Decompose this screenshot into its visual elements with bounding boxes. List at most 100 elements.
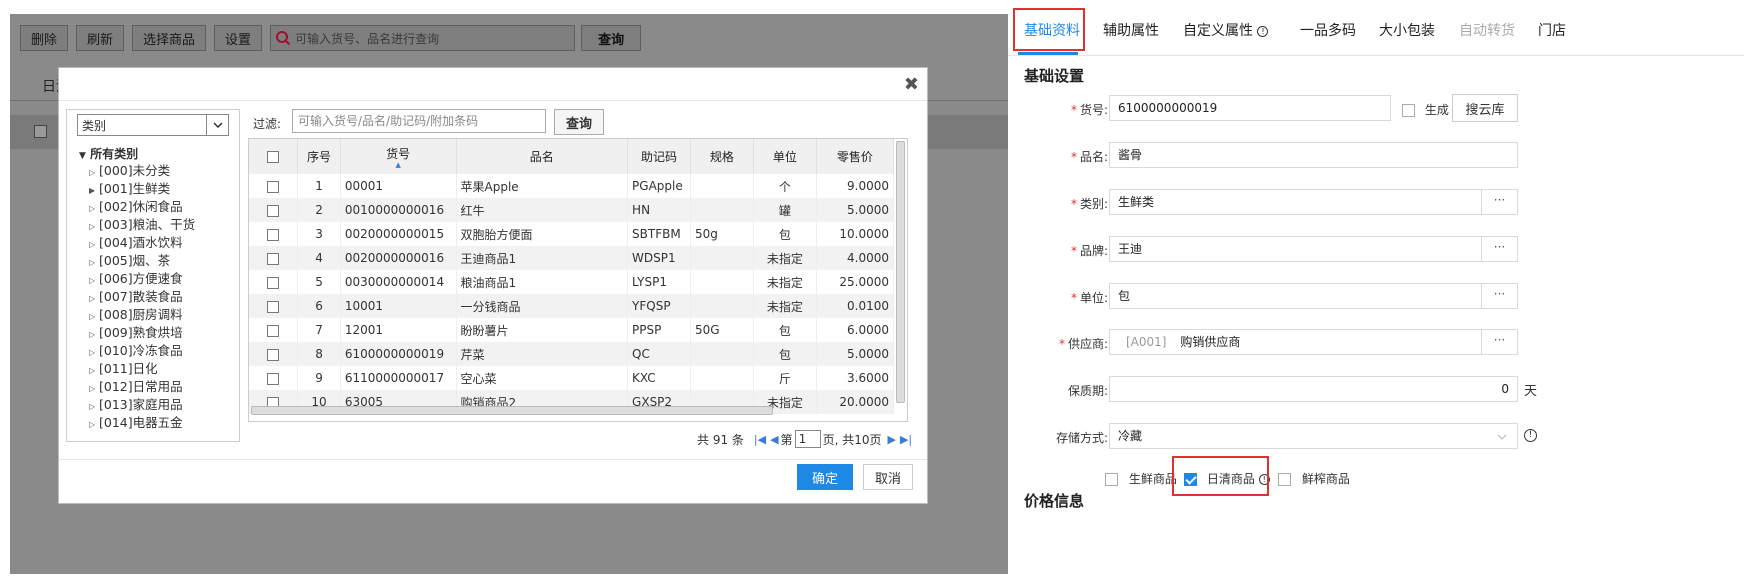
tree-root[interactable]: ▼ 所有类别 [79,145,138,162]
unit-more-button[interactable]: ··· [1481,284,1517,308]
tab-store[interactable]: 门店 [1538,20,1566,40]
confirm-button[interactable]: 确定 [797,464,853,490]
tab-aux-attributes[interactable]: 辅助属性 [1103,20,1159,40]
row-checkbox[interactable] [267,276,280,289]
search-cloud-button[interactable]: 搜云库 [1452,94,1518,122]
table-row[interactable]: 2 0010000000016 红牛 HN 罐 5.0000 [249,198,895,222]
divider [59,459,927,460]
name-field[interactable]: 酱骨 [1109,142,1518,168]
settings-button[interactable]: 设置 [214,25,263,51]
select-goods-button[interactable]: 选择商品 [132,25,207,51]
vertical-scrollbar[interactable] [896,141,905,403]
tree-item[interactable]: ▷ [010]冷冻食品 [89,342,195,360]
row-checkbox[interactable] [267,180,280,193]
tab-custom-attributes[interactable]: 自定义属性 ! [1183,20,1269,40]
sku-field[interactable]: 6100000000019 [1109,95,1391,121]
tree-root-label: 所有类别 [90,147,139,161]
tree-item[interactable]: ▷ [002]休闲食品 [89,198,195,216]
fresh-squeezed-checkbox[interactable] [1278,473,1291,486]
tab-multi-barcode[interactable]: 一品多码 [1300,20,1356,40]
table-cell: 00001 [340,174,457,198]
cancel-button[interactable]: 取消 [863,464,913,490]
tree-item[interactable]: ▷ [003]粮油、干货 [89,216,195,234]
tree-item[interactable]: ▷ [007]散装食品 [89,288,195,306]
table-row[interactable]: 3 0020000000015 双胞胎方便面 SBTFBM 50g 包 10.0000 [249,222,895,246]
supplier-more-button[interactable]: ··· [1481,330,1517,354]
info-icon[interactable]: ! [1524,428,1537,442]
row-checkbox-cell [249,198,299,222]
row-checkbox[interactable] [267,204,280,217]
tree-item[interactable]: ▷ [006]方便速食 [89,270,195,288]
category-more-button[interactable]: ··· [1481,190,1517,214]
col-header-unit[interactable]: 单位 [753,139,817,174]
select-all-checkbox[interactable] [267,151,280,163]
chevron-down-icon[interactable] [206,115,228,135]
col-header-sku[interactable]: 货号 ▲ [340,139,457,174]
filter-input[interactable]: 可输入货号/品名/助记码/附加条码 [292,109,546,133]
table-row[interactable]: 8 6100000000019 芹菜 QC 包 5.0000 [249,342,895,366]
col-header-index[interactable]: 序号 [297,139,341,174]
tab-package-size[interactable]: 大小包装 [1379,20,1435,40]
toolbar-query-button[interactable]: 查询 [581,25,642,51]
table-row[interactable]: 9 6110000000017 空心菜 KXC 斤 3.6000 [249,366,895,390]
table-row[interactable]: 1 00001 苹果Apple PGApple 个 9.0000 [249,174,895,198]
tree-item[interactable]: ▷ [011]日化 [89,360,195,378]
tree-item[interactable]: ▷ [009]熟食烘培 [89,324,195,342]
last-page-icon[interactable]: ▶| [900,433,912,446]
table-row[interactable]: 5 0030000000014 粮油商品1 LYSP1 未指定 25.0000 [249,270,895,294]
delete-button[interactable]: 删除 [20,25,69,51]
col-header-spec[interactable]: 规格 [690,139,754,174]
generate-checkbox[interactable] [1402,104,1415,117]
fresh-checkbox-group[interactable]: 生鲜商品 [1105,470,1177,487]
storage-select[interactable]: 冷藏 [1109,423,1518,449]
row-checkbox[interactable] [267,228,280,241]
tree-item[interactable]: ▷ [000]未分类 [89,162,195,180]
prev-page-icon[interactable]: ◀ [770,433,778,446]
pager-total: 共 91 条 [697,432,744,447]
category-field[interactable]: 生鲜类 ··· [1109,189,1518,215]
table-row[interactable]: 4 0020000000016 王迪商品1 WDSP1 未指定 4.0000 [249,246,895,270]
shelf-life-field[interactable]: 0 [1109,376,1518,402]
brand-more-button[interactable]: ··· [1481,237,1517,261]
row-checkbox[interactable] [267,372,280,385]
toolbar-search-input[interactable]: 可输入货号、品名进行查询 [270,25,576,51]
row-checkbox[interactable] [267,324,280,337]
select-all-checkbox[interactable] [34,125,47,138]
tree-item[interactable]: ▷ [005]烟、茶 [89,252,195,270]
supplier-field[interactable]: [A001] 购销供应商 ··· [1109,329,1518,355]
next-page-icon[interactable]: ▶ [887,433,895,446]
shelf-life-unit: 天 [1524,384,1538,399]
table-row[interactable]: 7 12001 盼盼薯片 PPSP 50G 包 6.0000 [249,318,895,342]
tree-item[interactable]: ▷ [012]日常用品 [89,378,195,396]
table-cell: 0020000000015 [340,222,457,246]
brand-field[interactable]: 王迪 ··· [1109,236,1518,262]
tree-item[interactable]: ▷ [004]酒水饮料 [89,234,195,252]
tree-item[interactable]: ▶ [001]生鲜类 [89,180,195,198]
required-mark: * [1070,197,1077,211]
table-row[interactable]: 6 10001 一分钱商品 YFQSP 未指定 0.0100 [249,294,895,318]
first-page-icon[interactable]: |◀ [754,433,766,446]
page-number-input[interactable]: 1 [794,430,821,448]
category-select[interactable]: 类别 [77,114,229,136]
tree-item[interactable]: ▷ [014]电器五金 [89,414,195,432]
generate-checkbox-group[interactable]: 生成 [1402,101,1449,118]
tree-item[interactable]: ▷ [013]家庭用品 [89,396,195,414]
tree-item[interactable]: ▷ [008]厨房调料 [89,306,195,324]
close-icon[interactable]: ✖ [904,74,919,95]
col-header-price[interactable]: 零售价 [816,139,895,174]
caret-down-icon[interactable]: ▼ [79,151,86,161]
col-header-mnemonic[interactable]: 助记码 [627,139,691,174]
col-header-name[interactable]: 品名 [456,139,629,174]
unit-field[interactable]: 包 ··· [1109,283,1518,309]
fresh-squeezed-checkbox-group[interactable]: 鲜榨商品 [1278,470,1350,487]
filter-query-button[interactable]: 查询 [554,109,604,135]
chevron-down-icon[interactable] [1497,424,1507,448]
horizontal-scrollbar[interactable] [251,406,773,415]
row-checkbox[interactable] [267,252,280,265]
row-checkbox[interactable] [267,348,280,361]
refresh-button[interactable]: 刷新 [76,25,125,51]
storage-label: 存储方式: [1055,431,1108,445]
row-checkbox[interactable] [267,300,280,313]
caret-right-icon[interactable]: ▷ [89,416,99,434]
fresh-checkbox[interactable] [1105,473,1118,486]
